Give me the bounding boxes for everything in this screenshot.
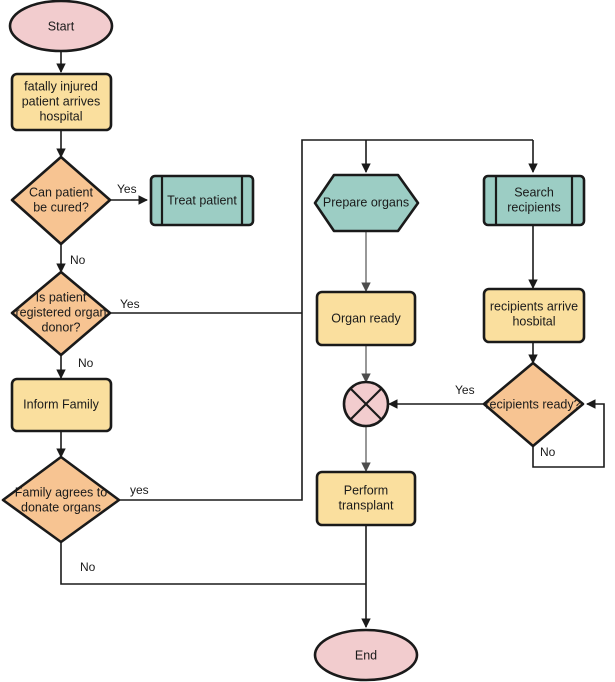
node-registered-donor-label-line3: donor? [42, 320, 81, 334]
node-registered-donor-label-line2: registered organ [15, 305, 106, 319]
edge-label-registered-donor-no: No [78, 356, 94, 370]
node-perform-transplant-label-line1: Perform [344, 483, 388, 497]
node-registered-organ-donor[interactable]: Is patient registered organ donor? [10, 270, 112, 357]
node-start[interactable]: Start [8, 0, 114, 53]
node-patient-arrives-label-line2: patient arrives [22, 94, 101, 108]
flowchart-canvas: Yes No Yes No yes No Yes No Start fatall… [0, 0, 615, 682]
flowchart-diagram: Yes No Yes No yes No Yes No Start fatall… [1, 0, 605, 682]
node-treat-patient[interactable]: Treat patient [149, 174, 255, 227]
node-recipients-arrive-label-line2: hosbital [512, 314, 555, 328]
node-can-patient-be-cured[interactable]: Can patient be cured? [10, 155, 112, 246]
node-family-agrees-label-line1: Family agrees to [15, 485, 107, 499]
node-can-cured-label-line1: Can patient [29, 185, 93, 199]
edge-label-registered-donor-yes: Yes [120, 297, 140, 311]
node-search-recipients-label-line2: recipients [507, 200, 561, 214]
node-summing-junction[interactable] [342, 380, 390, 428]
node-prepare-organs[interactable]: Prepare organs [313, 173, 420, 233]
node-organ-ready-label: Organ ready [331, 311, 401, 325]
edge-label-family-agrees-no: No [80, 560, 96, 574]
node-patient-arrives[interactable]: fatally injured patient arrives hospital [10, 72, 113, 132]
node-end-label: End [355, 648, 377, 662]
edge-label-recipients-ready-no: No [540, 445, 556, 459]
node-organ-ready[interactable]: Organ ready [315, 290, 417, 347]
node-prepare-organs-label: Prepare organs [323, 195, 409, 209]
node-family-agrees-label-line2: donate organs [21, 500, 101, 514]
edge-label-can-cure-yes: Yes [117, 182, 137, 196]
node-recipients-arrive[interactable]: recipients arrive hosbital [482, 287, 586, 344]
node-registered-donor-label-line1: Is patient [36, 290, 87, 304]
node-recipients-ready-label: recipients ready? [485, 397, 580, 411]
edge-label-can-cure-no: No [70, 253, 86, 267]
node-recipients-ready[interactable]: recipients ready? [482, 361, 585, 448]
node-inform-family-label: Inform Family [23, 397, 99, 411]
node-end[interactable]: End [313, 628, 419, 682]
node-start-label: Start [48, 19, 75, 33]
node-family-agrees[interactable]: Family agrees to donate organs [1, 455, 121, 544]
edge-label-recipients-ready-yes: Yes [455, 383, 475, 397]
node-inform-family[interactable]: Inform Family [10, 377, 113, 433]
edge-family-no-to-end [60, 542, 366, 585]
node-treat-patient-label: Treat patient [167, 193, 237, 207]
node-patient-arrives-label-line3: hospital [39, 109, 82, 123]
edge-label-family-agrees-yes: yes [130, 483, 149, 497]
edge-label-layer: Yes No Yes No yes No Yes No [70, 182, 556, 574]
node-perform-transplant[interactable]: Perform transplant [315, 470, 417, 527]
node-recipients-arrive-label-line1: recipients arrive [490, 299, 578, 313]
node-can-cured-label-line2: be cured? [33, 200, 89, 214]
node-search-recipients-label-line1: Search [514, 185, 554, 199]
node-search-recipients[interactable]: Search recipients [482, 174, 586, 227]
node-patient-arrives-label-line1: fatally injured [24, 79, 98, 93]
node-perform-transplant-label-line2: transplant [339, 498, 394, 512]
